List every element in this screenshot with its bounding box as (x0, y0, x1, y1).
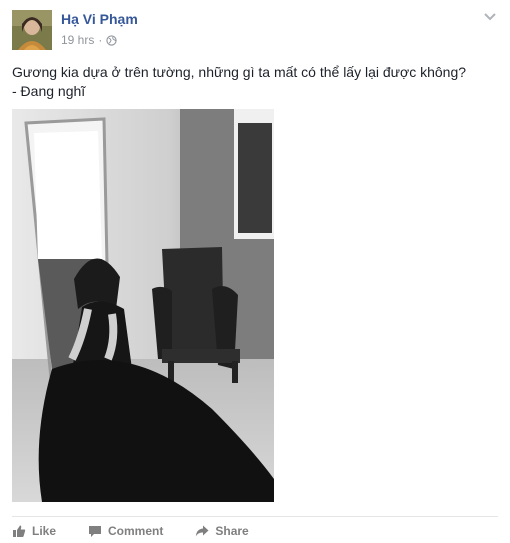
avatar[interactable] (12, 10, 52, 50)
comment-icon (89, 526, 102, 537)
like-button[interactable]: Like (12, 524, 56, 538)
post-actions: Like Comment Share (12, 521, 281, 541)
caption-line: Gương kia dựa ở trên tường, những gì ta … (12, 64, 467, 80)
comment-button[interactable]: Comment (88, 524, 163, 538)
globe-icon[interactable] (106, 34, 117, 46)
share-button[interactable]: Share (195, 524, 249, 538)
post-photo[interactable] (12, 109, 274, 502)
thumbs-up-icon (13, 525, 26, 537)
meta-separator: · (98, 33, 103, 47)
post-meta: 19 hrs · (61, 33, 117, 47)
post-timestamp[interactable]: 19 hrs (61, 33, 94, 47)
share-icon (196, 525, 209, 537)
author-name[interactable]: Hạ Vi Phạm (61, 11, 138, 27)
actions-divider (12, 516, 498, 517)
like-label: Like (32, 524, 57, 538)
caption-line: - Đang nghĩ (12, 83, 86, 99)
post-caption: Gương kia dựa ở trên tường, những gì ta … (12, 63, 498, 101)
feed-post: Hạ Vi Phạm 19 hrs · Gương kia dựa ở trên… (0, 0, 510, 543)
comment-label: Comment (108, 524, 164, 538)
share-label: Share (215, 524, 249, 538)
chevron-down-icon[interactable] (483, 12, 497, 22)
